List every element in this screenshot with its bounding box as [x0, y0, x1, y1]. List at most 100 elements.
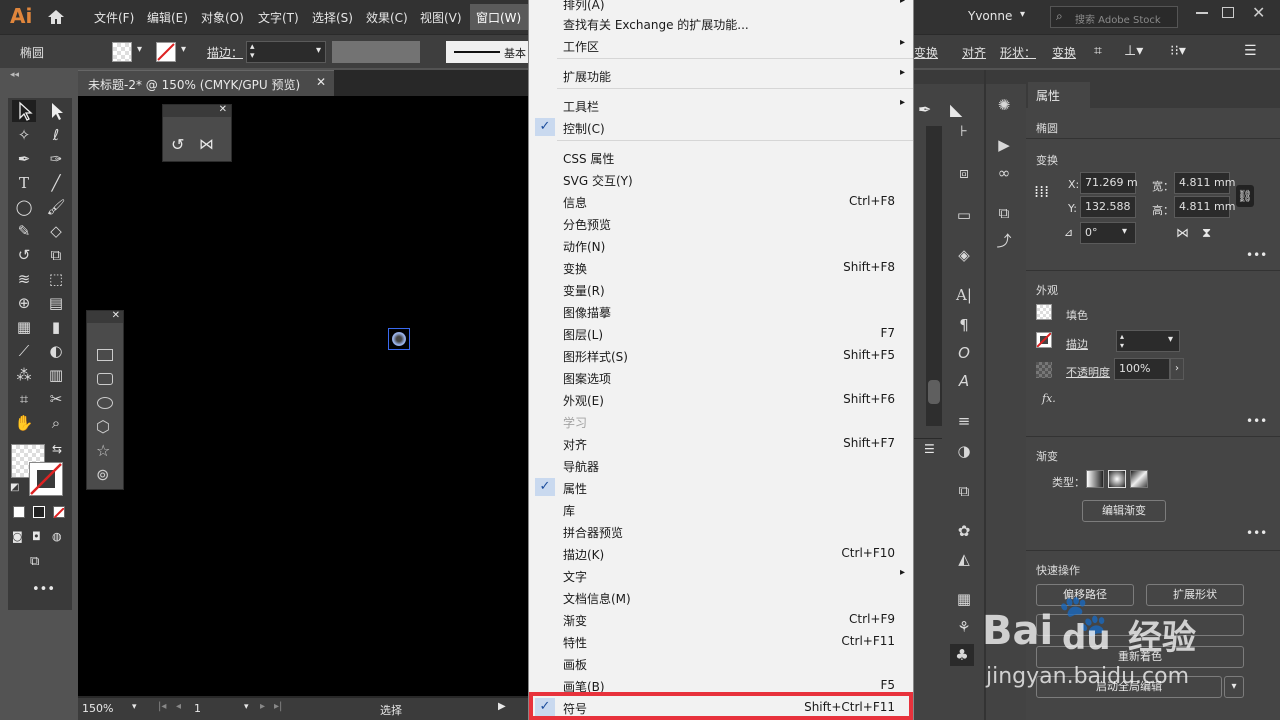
shape-link[interactable]: 形状：	[1000, 44, 1036, 61]
stroke-swatch[interactable]	[156, 42, 176, 62]
mesh-icon[interactable]: ▦	[12, 316, 36, 338]
pathfinder-icon[interactable]: ⧈	[952, 162, 976, 184]
stroke-color-box[interactable]	[29, 462, 63, 496]
menu-item[interactable]: 工作区 ▸	[529, 34, 913, 56]
chevron-down-icon[interactable]: ▾	[137, 44, 142, 55]
edit-gradient-button[interactable]: 编辑渐变	[1082, 500, 1166, 522]
menu-item[interactable]: 扩展功能 ▸	[529, 64, 913, 86]
ellipse-tool-icon[interactable]	[97, 397, 113, 409]
color-mode-button[interactable]	[13, 506, 25, 518]
menu-item[interactable]: 画板	[529, 652, 913, 674]
slice-icon[interactable]: ✂	[44, 388, 68, 410]
stroke-weight-stepper[interactable]: ▴ ▾ ▾	[246, 41, 326, 63]
eraser-icon[interactable]: ◇	[44, 220, 68, 242]
hand-icon[interactable]: ✋	[12, 412, 36, 434]
panel-menu-icon[interactable]: ☰	[1244, 43, 1257, 59]
artboard-icon[interactable]: ⌗	[12, 388, 36, 410]
polygon-icon[interactable]: ⬡	[96, 417, 110, 436]
menu-item[interactable]: ✓ 控制(C)	[529, 116, 913, 138]
panel-menu-icon[interactable]: ☰	[924, 442, 935, 456]
menu-item[interactable]: 分色预览	[529, 212, 913, 234]
menu-item[interactable]: 渐变 Ctrl+F9	[529, 608, 913, 630]
selected-ellipse[interactable]	[388, 328, 410, 350]
play-icon[interactable]: ▶	[498, 701, 506, 712]
opacity-label[interactable]: 不透明度	[1066, 364, 1110, 380]
align-link[interactable]: 对齐	[962, 44, 986, 61]
gradient-panel-icon[interactable]: ▭	[952, 204, 976, 226]
menu-item[interactable]: 图层(L) F7	[529, 322, 913, 344]
stroke-label[interactable]: 描边：	[207, 44, 243, 61]
stroke-panel-icon[interactable]: ≡	[952, 410, 976, 432]
rounded-rectangle-icon[interactable]	[97, 373, 113, 385]
paragraph-icon[interactable]: ¶	[952, 314, 976, 336]
pen-icon[interactable]: ✒	[918, 100, 931, 119]
menu-item[interactable]: 对齐 Shift+F7	[529, 432, 913, 454]
menu-item[interactable]: CSS 属性	[529, 146, 913, 168]
menu-file[interactable]: 文件(F)	[94, 9, 134, 26]
menu-item[interactable]: 文字 ▸	[529, 564, 913, 586]
menu-item[interactable]: 动作(N)	[529, 234, 913, 256]
more-options-icon[interactable]: •••	[1246, 526, 1267, 540]
menu-effect[interactable]: 效果(C)	[366, 9, 408, 26]
symbol-sprayer-icon[interactable]: ⁂	[12, 364, 36, 386]
menu-select[interactable]: 选择(S)	[312, 9, 353, 26]
scroll-thumb[interactable]	[928, 380, 940, 404]
layers-icon[interactable]: ◈	[952, 244, 976, 266]
maximize-icon[interactable]	[1222, 7, 1234, 18]
default-colors-icon[interactable]: ◩	[10, 482, 19, 493]
ellipse-icon[interactable]: ◯	[12, 196, 36, 218]
constrain-proportions-icon[interactable]: ⛓	[1236, 185, 1254, 207]
prev-artboard-icon[interactable]: ◂	[176, 701, 181, 712]
stroke-swatch[interactable]	[1036, 332, 1052, 348]
line-icon[interactable]: ╱	[44, 172, 68, 194]
gradient-icon[interactable]: ▮	[44, 316, 68, 338]
scale-icon[interactable]: ⧉	[44, 244, 68, 266]
opentype-icon[interactable]: O	[952, 342, 976, 364]
stroke-label[interactable]: 描边	[1066, 336, 1088, 352]
glyphs-icon[interactable]: A	[952, 370, 976, 392]
menu-item[interactable]: 描边(K) Ctrl+F10	[529, 542, 913, 564]
gradient-swatch-icon[interactable]: ◭	[952, 548, 976, 570]
shape-builder-icon[interactable]: ⊕	[12, 292, 36, 314]
rectangle-icon[interactable]	[97, 349, 113, 361]
artboard-canvas[interactable]	[78, 96, 528, 696]
stock-search-input[interactable]: ⌕ 搜索 Adobe Stock	[1050, 6, 1178, 28]
transform-link-2[interactable]: 变换	[1052, 44, 1076, 61]
menu-edit[interactable]: 编辑(E)	[147, 9, 188, 26]
color-guide-icon[interactable]: ✿	[952, 520, 976, 542]
draw-inside-icon[interactable]: ◍	[52, 530, 62, 543]
menu-item[interactable]: 拼合器预览	[529, 520, 913, 542]
zoom-field[interactable]: 150%	[82, 702, 113, 715]
linear-gradient-button[interactable]	[1086, 470, 1104, 488]
menu-item[interactable]: 变换 Shift+F8	[529, 256, 913, 278]
none-mode-button[interactable]	[53, 506, 65, 519]
transform-each-icon[interactable]: ⌗	[1094, 43, 1102, 59]
flip-horizontal-icon[interactable]: ⋈	[1176, 226, 1189, 241]
flare-icon[interactable]: ⊚	[96, 465, 109, 484]
fill-swatch[interactable]	[112, 42, 132, 62]
zoom-icon[interactable]: ⌕	[44, 412, 68, 434]
chevron-down-icon[interactable]: ▾	[244, 702, 249, 712]
minimize-icon[interactable]	[1196, 12, 1208, 14]
properties-panel-icon[interactable]: ✺	[992, 94, 1016, 116]
variable-width-profile[interactable]	[332, 41, 420, 63]
chevron-down-icon[interactable]: ▾	[181, 44, 186, 55]
close-icon[interactable]: ✕	[112, 310, 120, 321]
rotate-icon[interactable]: ↺	[12, 244, 36, 266]
more-options-icon[interactable]: •••	[1246, 414, 1267, 428]
export-icon[interactable]: ⤴	[992, 230, 1016, 252]
direct-selection-tool-icon[interactable]	[44, 100, 68, 122]
document-tab[interactable]: 未标题-2* @ 150% (CMYK/GPU 预览) ✕	[78, 70, 334, 96]
more-options-icon[interactable]: •••	[1246, 248, 1267, 262]
draw-normal-icon[interactable]: ◙	[12, 530, 23, 543]
close-icon[interactable]: ✕	[1252, 3, 1265, 22]
menu-item[interactable]: 工具栏 ▸	[529, 94, 913, 116]
next-artboard-icon[interactable]: ▸	[260, 701, 265, 712]
opacity-field[interactable]: 100%	[1114, 358, 1170, 380]
chevron-down-icon[interactable]: ▾	[132, 702, 137, 712]
swap-colors-icon[interactable]: ⇆	[52, 442, 62, 456]
lasso-icon[interactable]: ℓ	[44, 124, 68, 146]
menu-item[interactable]: 外观(E) Shift+F6	[529, 388, 913, 410]
menu-item[interactable]: 文档信息(M)	[529, 586, 913, 608]
direct-selection-tool-icon[interactable]: ◣	[950, 100, 962, 119]
